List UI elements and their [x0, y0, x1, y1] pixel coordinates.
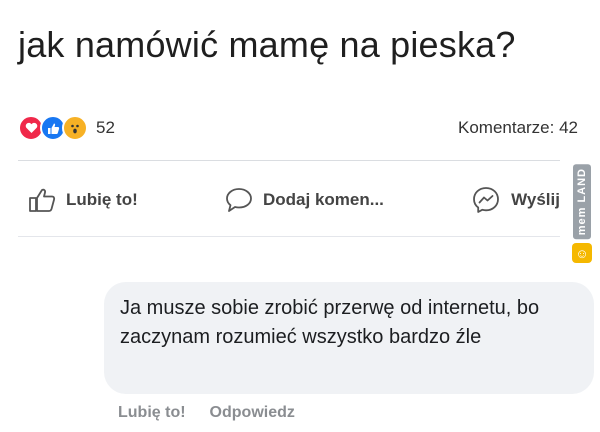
- post-stats: 52 Komentarze: 42: [18, 114, 578, 142]
- share-button-label: Wyślij: [511, 190, 560, 209]
- watermark-text: mem LAND: [573, 164, 591, 240]
- like-button-label: Lubię to!: [66, 190, 138, 209]
- watermark: mem LAND ☺: [570, 164, 594, 264]
- divider: [18, 236, 560, 237]
- wow-reaction-icon: [62, 115, 88, 141]
- messenger-icon: [473, 187, 500, 213]
- post-text: jak namówić mamę na pieska?: [18, 24, 516, 65]
- thumbs-up-icon: [29, 188, 56, 212]
- smiley-icon: ☺: [572, 243, 592, 264]
- comment-button-label: Dodaj komen...: [263, 190, 384, 209]
- share-button[interactable]: Wyślij: [471, 185, 560, 215]
- divider: [18, 160, 560, 161]
- comment-actions: Lubię to! Odpowiedz: [118, 404, 295, 422]
- reaction-count: 52: [96, 118, 115, 137]
- comment-reply-link[interactable]: Odpowiedz: [210, 404, 295, 422]
- comment-text: Ja musze sobie zrobić przerwę od interne…: [120, 297, 540, 348]
- comment-icon: [226, 188, 252, 212]
- comment-like-link[interactable]: Lubię to!: [118, 404, 186, 422]
- comment-button[interactable]: Dodaj komen...: [225, 187, 384, 213]
- comment-bubble: Ja musze sobie zrobić przerwę od interne…: [104, 282, 594, 394]
- post-actions: Lubię to! Dodaj komen... Wyślij: [28, 178, 560, 222]
- comments-count[interactable]: Komentarze: 42: [458, 118, 578, 138]
- reactions-summary[interactable]: 52: [18, 115, 115, 141]
- like-button[interactable]: Lubię to!: [28, 187, 138, 213]
